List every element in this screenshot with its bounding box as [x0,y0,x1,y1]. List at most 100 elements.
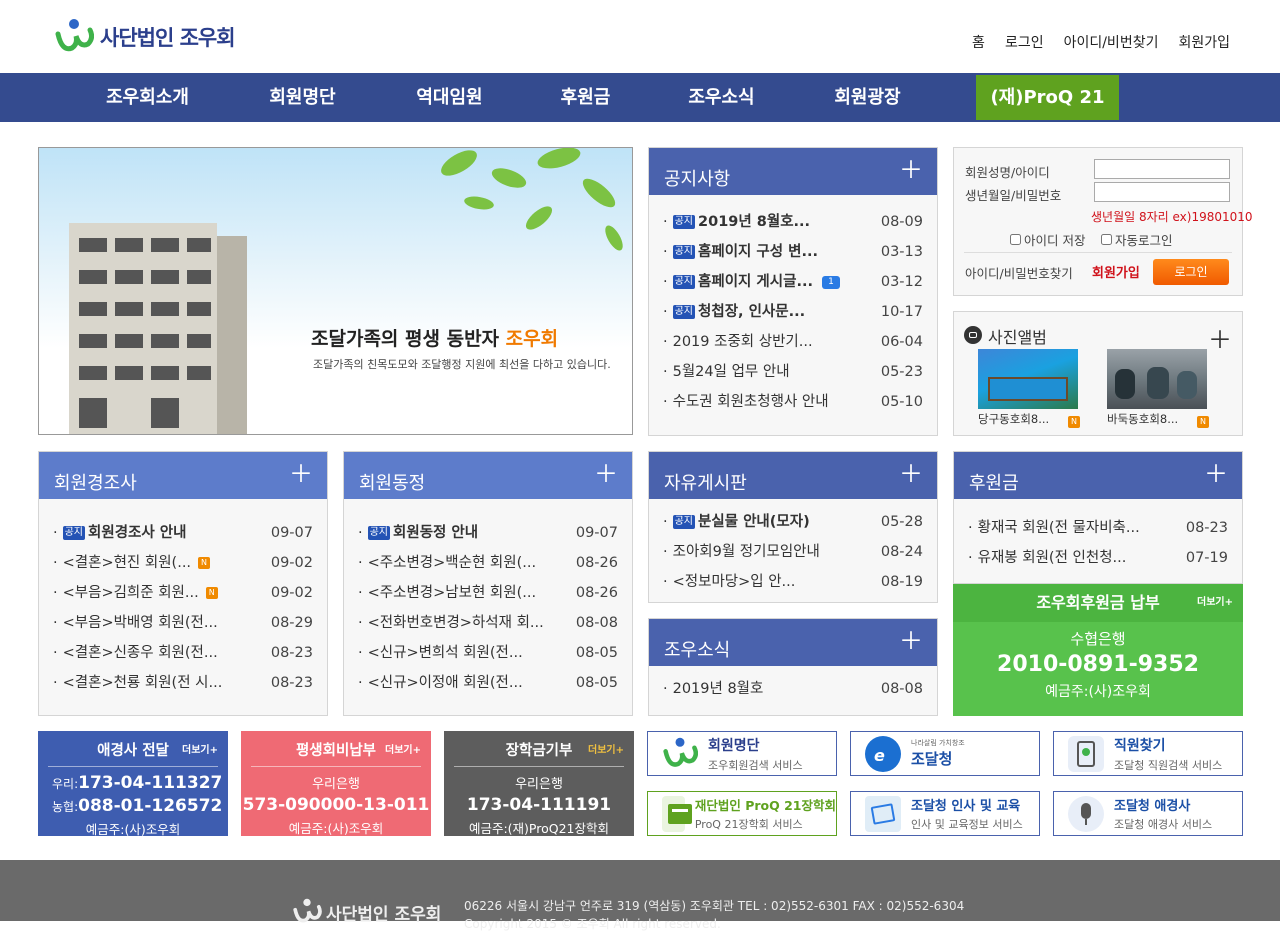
condolence-delivery-more-link[interactable]: 더보기+ [182,741,218,756]
gnb-item-members[interactable]: 회원명단 [245,73,360,122]
quicklink-pps[interactable]: e 나라살림 가치창조 조달청 [850,731,1040,776]
list-item-title[interactable]: · 조아회9월 정기모임안내 [663,537,820,567]
condolence-more-icon[interactable]: ＋ [289,462,313,486]
quicklink-staff-search[interactable]: 직원찾기 조달청 직원검색 서비스 [1053,731,1243,776]
list-item[interactable]: · <신규>이정애 회원(전... 08-05 [358,668,618,698]
list-item-title[interactable]: · 공지 홈페이지 게시글... 1 [663,267,840,297]
list-item[interactable]: · 2019년 8월호 08-08 [663,674,923,704]
list-item-title[interactable]: · 유재봉 회원(전 인천청... [968,543,1126,573]
list-item-title[interactable]: · <결혼>천룡 회원(전 시... [53,668,222,698]
gnb-item-plaza[interactable]: 회원광장 [810,73,925,122]
list-item-title[interactable]: · <주소변경>백순현 회원(... [358,548,536,578]
list-item-title[interactable]: · 황재국 회원(전 물자비축... [968,513,1140,543]
list-item-title[interactable]: · 공지 회원동정 안내 [358,518,478,548]
list-item-title[interactable]: · <주소변경>남보현 회원(... [358,578,536,608]
list-item-text: 유재봉 회원(전 인천청... [977,550,1127,566]
list-item[interactable]: · 황재국 회원(전 물자비축... 08-23 [968,513,1228,543]
scholarship-more-link[interactable]: 더보기+ [588,741,624,756]
list-item-title[interactable]: · <결혼>신종우 회원(전... [53,638,218,668]
album-more-icon[interactable]: ＋ [1208,320,1232,355]
list-item-title[interactable]: · 2019 조중회 상반기... [663,327,813,357]
list-item-title[interactable]: · 공지 청첩장, 인사문... [663,297,805,327]
site-logo[interactable]: 사단법인 조우회 [54,18,236,56]
list-item[interactable]: · 공지 회원동정 안내 09-07 [358,518,618,548]
save-id-option[interactable]: 아이디 저장 [1010,230,1085,249]
camera-icon [964,326,982,344]
find-account-link[interactable]: 아이디/비밀번호찾기 [965,263,1073,282]
album-photo-billiards[interactable] [978,349,1078,409]
gnb-item-news[interactable]: 조우소식 [664,73,779,122]
list-item-title[interactable]: · 5월24일 업무 안내 [663,357,790,387]
member-news-more-icon[interactable]: ＋ [594,462,618,486]
notice-more-icon[interactable]: ＋ [899,158,923,182]
list-item-title[interactable]: · 공지 홈페이지 구성 변... [663,237,818,267]
list-item[interactable]: · 공지 홈페이지 게시글... 1 03-12 [663,267,923,297]
list-item[interactable]: · <결혼>현진 회원(... N 09-02 [53,548,313,578]
album-caption[interactable]: 바둑동호회8... [1107,411,1178,427]
notice-tag: 공지 [672,515,696,529]
join-link[interactable]: 회원가입 [1092,262,1140,281]
bullet-icon: · [53,525,58,541]
password-input[interactable] [1094,182,1230,202]
list-item-title[interactable]: · 수도권 회원초청행사 안내 [663,387,829,417]
list-item[interactable]: · 공지 홈페이지 구성 변... 03-13 [663,237,923,267]
list-item-title[interactable]: · <부음>박배영 회원(전... [53,608,218,638]
list-item-title[interactable]: · <부음>김희준 회원... N [53,578,218,608]
nav-join-link[interactable]: 회원가입 [1178,32,1230,52]
gnb-item-proq21[interactable]: (재)ProQ 21 [976,75,1119,120]
list-item[interactable]: · 유재봉 회원(전 인천청... 07-19 [968,543,1228,573]
list-item[interactable]: · <결혼>천룡 회원(전 시... 08-23 [53,668,313,698]
auto-login-checkbox[interactable] [1101,234,1112,245]
list-item[interactable]: · 5월24일 업무 안내 05-23 [663,357,923,387]
save-id-checkbox[interactable] [1010,234,1021,245]
list-item-title[interactable]: · 2019년 8월호 [663,674,763,704]
lifetime-fee-more-link[interactable]: 더보기+ [385,741,421,756]
list-item[interactable]: · <부음>박배영 회원(전... 08-29 [53,608,313,638]
list-item[interactable]: · 공지 2019년 8월호... 08-09 [663,207,923,237]
joum-news-more-icon[interactable]: ＋ [899,629,923,653]
list-item[interactable]: · <신규>변희석 회원(전... 08-05 [358,638,618,668]
comment-count-badge: 1 [821,275,840,289]
donation-more-icon[interactable]: ＋ [1204,462,1228,486]
list-item[interactable]: · 조아회9월 정기모임안내 08-24 [663,537,923,567]
list-item[interactable]: · 수도권 회원초청행사 안내 05-10 [663,387,923,417]
donation-payment-more-link[interactable]: 더보기+ [1197,584,1233,622]
list-item[interactable]: · 2019 조중회 상반기... 06-04 [663,327,923,357]
list-item-title[interactable]: · <정보마당>입 안... [663,567,795,597]
quicklink-pps-events[interactable]: 조달청 애경사 조달청 애경사 서비스 [1053,791,1243,836]
list-item-title[interactable]: · 공지 분실물 안내(모자) [663,507,810,537]
gnb-item-donation[interactable]: 후원금 [528,73,643,122]
list-item-title[interactable]: · <신규>이정애 회원(전... [358,668,523,698]
album-photo-baduk[interactable] [1107,349,1207,409]
free-board-more-icon[interactable]: ＋ [899,462,923,486]
list-item-title[interactable]: · 공지 2019년 8월호... [663,207,810,237]
nav-find-account-link[interactable]: 아이디/비번찾기 [1064,32,1159,52]
bullet-icon: · [663,244,668,260]
list-item[interactable]: · <전화번호변경>하석재 회... 08-08 [358,608,618,638]
list-item[interactable]: · 공지 회원경조사 안내 09-07 [53,518,313,548]
quicklink-proq21[interactable]: 재단법인 ProQ 21장학회 ProQ 21장학회 서비스 [647,791,837,836]
id-input[interactable] [1094,159,1230,179]
list-item-title[interactable]: · 공지 회원경조사 안내 [53,518,186,548]
quicklink-member-list[interactable]: 회원명단 조우회원검색 서비스 [647,731,837,776]
list-item[interactable]: · <정보마당>입 안... 08-19 [663,567,923,597]
album-caption[interactable]: 당구동호회8... [978,411,1049,427]
gnb-item-about[interactable]: 조우회소개 [90,73,205,122]
quicklink-hr-education[interactable]: 조달청 인사 및 교육 인사 및 교육정보 서비스 [850,791,1040,836]
gnb-item-officers[interactable]: 역대임원 [392,73,507,122]
list-item[interactable]: · <결혼>신종우 회원(전... 08-23 [53,638,313,668]
list-item-title[interactable]: · <전화번호변경>하석재 회... [358,608,544,638]
list-item-title[interactable]: · <신규>변희석 회원(전... [358,638,523,668]
nav-home-link[interactable]: 홈 [972,32,985,52]
list-item-title[interactable]: · <결혼>현진 회원(... N [53,548,211,578]
login-button[interactable]: 로그인 [1153,259,1229,285]
donation-box: 후원금 ＋ · 황재국 회원(전 물자비축... 08-23 · 유재봉 회원(전 인천… [953,451,1243,584]
list-item[interactable]: · <주소변경>백순현 회원(... 08-26 [358,548,618,578]
auto-login-option[interactable]: 자동로그인 [1101,230,1173,249]
nav-login-link[interactable]: 로그인 [1005,32,1044,52]
bullet-icon: · [663,214,668,230]
list-item[interactable]: · 공지 청첩장, 인사문... 10-17 [663,297,923,327]
list-item[interactable]: · 공지 분실물 안내(모자) 05-28 [663,507,923,537]
list-item[interactable]: · <부음>김희준 회원... N 09-02 [53,578,313,608]
list-item[interactable]: · <주소변경>남보현 회원(... 08-26 [358,578,618,608]
